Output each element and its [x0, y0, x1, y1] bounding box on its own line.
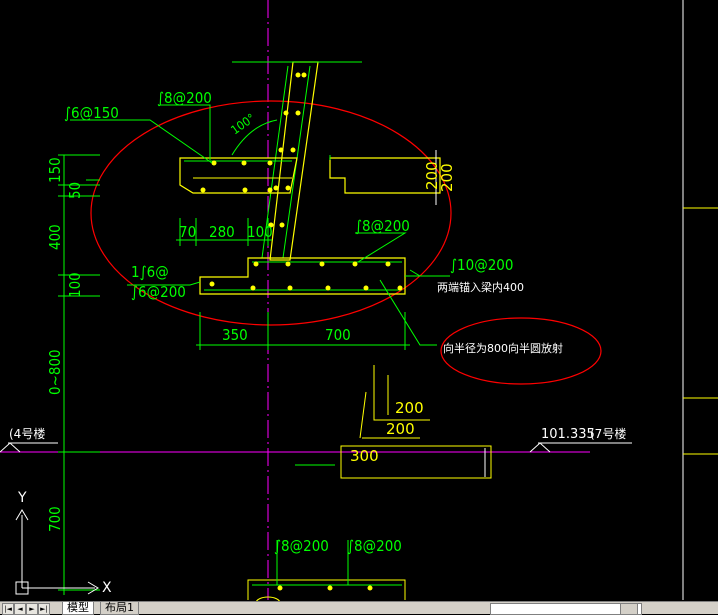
label-d200-d: 200 [386, 420, 415, 438]
next-tab-button[interactable]: ► [26, 603, 38, 615]
prev-tab-button[interactable]: ◄ [14, 603, 26, 615]
label-note-400: 两端锚入梁内400 [437, 280, 524, 294]
label-d280: 280 [209, 223, 235, 241]
label-d300: 300 [350, 447, 379, 465]
label-angle: 100° [228, 111, 257, 137]
label-d200-c: 200 [395, 399, 424, 417]
label-s8-200-mid: ∫8@200 [355, 217, 410, 235]
label-left-ref: (4号楼 [9, 426, 45, 441]
label-d200-b: 200 [438, 163, 456, 192]
label-right-ref: (7号楼 [590, 426, 626, 441]
label-d400: 400 [46, 224, 64, 250]
tab-model[interactable]: 模型 [62, 602, 94, 615]
lower-slab-outline [199, 257, 406, 295]
label-s10-200: ∫10@200 [450, 256, 513, 274]
label-s6-150: ∫6@150 [64, 104, 119, 122]
ucs-x-label: X [102, 580, 112, 596]
label-s1-6: 1∫6@ [131, 263, 169, 281]
first-tab-button[interactable]: |◄ [2, 603, 14, 615]
label-elev: 101.335 [541, 427, 595, 442]
label-d50: 50 [66, 182, 84, 199]
label-note-800: 向半径为800向半圆放射 [443, 341, 563, 355]
tab-layout1[interactable]: 布局1 [100, 602, 139, 615]
label-bot-s8-a: ∫8@200 [274, 537, 329, 555]
ucs-y-label: Y [17, 490, 27, 506]
label-d100-mid: 100 [247, 223, 273, 241]
label-d700: 700 [325, 326, 351, 344]
elev-marker-left [0, 442, 21, 453]
label-d150: 150 [46, 157, 64, 183]
cad-drawing-canvas[interactable]: ∫6@150 ∫8@200 100° 150 50 400 100 0~800 … [0, 0, 718, 614]
label-s8-200-top: ∫8@200 [157, 89, 212, 107]
horizontal-scrollbar-thumb[interactable] [620, 603, 638, 615]
label-d100-left: 100 [66, 272, 84, 298]
label-d700-left: 700 [46, 506, 64, 532]
label-d350: 350 [222, 326, 248, 344]
label-d70: 70 [179, 223, 196, 241]
last-tab-button[interactable]: ►| [38, 603, 50, 615]
label-d0-800: 0~800 [46, 349, 64, 395]
label-s6-200: ∫6@200 [131, 283, 186, 301]
elev-marker-right [529, 442, 551, 453]
label-bot-s8-b: ∫8@200 [347, 537, 402, 555]
labels: ∫6@150 ∫8@200 100° 150 50 400 100 0~800 … [9, 89, 626, 596]
layout-tab-bar: |◄ ◄ ► ►| 模型 布局1 [0, 601, 718, 615]
